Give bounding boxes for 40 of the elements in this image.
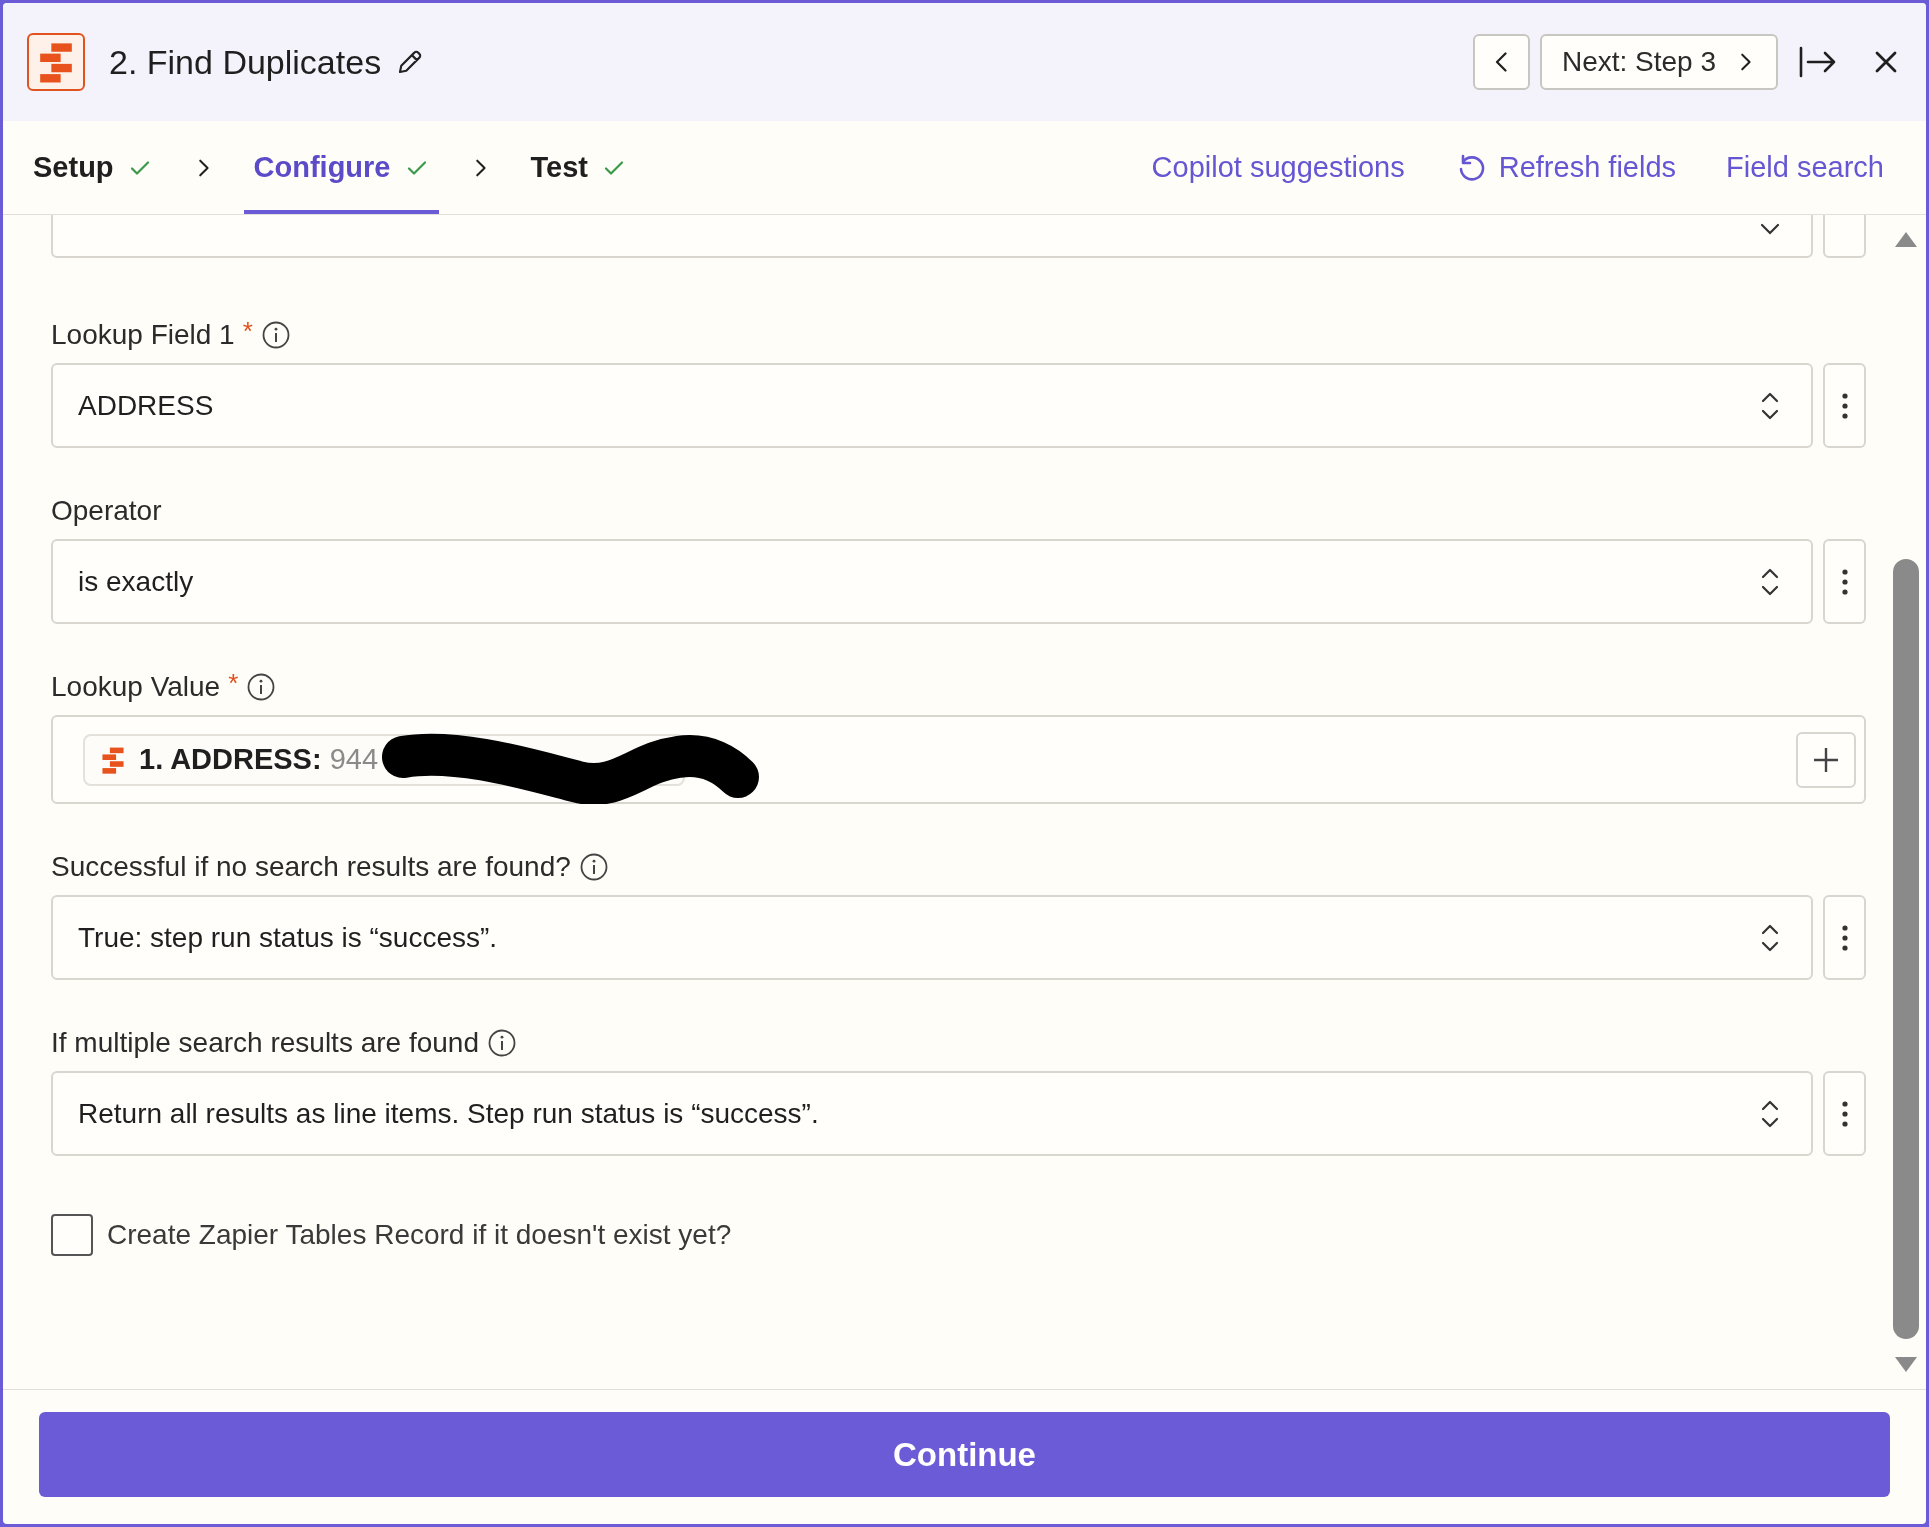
select-field[interactable]: ADDRESS xyxy=(51,363,1813,448)
next-step-button[interactable]: Next: Step 3 xyxy=(1539,34,1778,90)
required-asterisk: * xyxy=(228,666,239,700)
vertical-dots-icon xyxy=(1841,392,1848,419)
plus-icon xyxy=(1812,745,1840,774)
info-icon[interactable] xyxy=(260,320,291,350)
vertical-dots-icon xyxy=(1841,568,1848,595)
toolbar-link[interactable]: Copilot suggestions xyxy=(1151,121,1405,214)
step-tab[interactable]: Setup xyxy=(23,121,162,214)
field-label: Lookup Field 1 xyxy=(51,318,235,352)
step-tab[interactable]: Test xyxy=(520,121,636,214)
chevron-left-icon xyxy=(1495,52,1508,72)
info-icon[interactable] xyxy=(246,672,277,702)
close-icon[interactable] xyxy=(1874,50,1898,74)
select-field[interactable]: True: step run status is “success”. xyxy=(51,895,1813,980)
continue-button[interactable]: Continue xyxy=(39,1412,1890,1497)
select-field[interactable]: is exactly xyxy=(51,539,1813,624)
app-logo-icon xyxy=(27,33,85,91)
checkbox[interactable] xyxy=(51,1214,93,1256)
info-icon[interactable] xyxy=(487,1028,517,1058)
field-label: If multiple search results are found xyxy=(51,1026,479,1060)
step-title: 2. Find Duplicates xyxy=(109,41,382,83)
token-label: 1. ADDRESS: xyxy=(139,741,322,777)
required-asterisk: * xyxy=(242,314,253,348)
select-field[interactable]: Return all results as line items. Step run status is “success”. xyxy=(51,1071,1813,1156)
field-label: Operator xyxy=(51,494,162,528)
token-value: 944 xyxy=(329,741,378,777)
add-button[interactable] xyxy=(1796,731,1856,788)
input-field[interactable]: 1. ADDRESS: 944 xyxy=(51,715,1866,804)
toolbar-link[interactable]: Refresh fields xyxy=(1454,121,1677,214)
scrollbar-thumb[interactable] xyxy=(1893,559,1919,1339)
chevron-down-icon xyxy=(1759,222,1781,236)
info-icon[interactable] xyxy=(578,852,609,882)
field-label: Lookup Value xyxy=(51,670,221,704)
toolbar-link[interactable]: Field search xyxy=(1726,121,1884,214)
vertical-dots-icon xyxy=(1841,1100,1848,1127)
field-label: Successful if no search results are found? xyxy=(51,850,571,884)
vertical-dots-icon xyxy=(1841,924,1848,951)
checkbox-label: Create Zapier Tables Record if it doesn't exist yet? xyxy=(107,1218,732,1252)
collapse-panel-icon[interactable] xyxy=(1798,45,1838,79)
